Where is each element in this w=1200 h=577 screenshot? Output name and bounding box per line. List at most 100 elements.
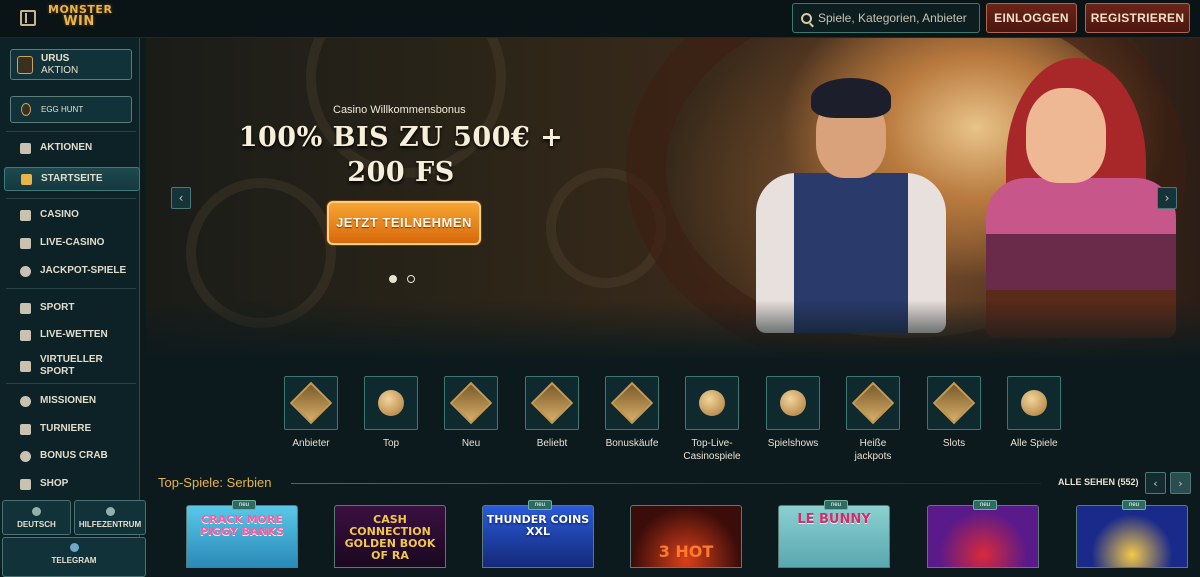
- cherries-icon: [1021, 390, 1047, 416]
- sidebar-item-label: CASINO: [40, 209, 79, 220]
- help-center-label: HILFEZENTRUM: [78, 519, 142, 529]
- category-label: Slots: [942, 438, 966, 449]
- game-tile[interactable]: [927, 505, 1039, 568]
- category-label: Spielshows: [767, 438, 819, 449]
- category-tile: [444, 376, 498, 430]
- hero-banner[interactable]: Casino Willkommensbonus 100% BIS ZU 500€…: [146, 38, 1200, 360]
- category-label: Anbieter: [292, 438, 330, 449]
- hero-next-button[interactable]: ›: [1157, 187, 1177, 209]
- hero-character-man: [756, 173, 946, 333]
- games-next-button[interactable]: ›: [1170, 472, 1191, 494]
- category-neu[interactable]: Neu: [431, 376, 511, 450]
- sidebar-item-label: LIVE-WETTEN: [40, 329, 108, 340]
- search-icon: [801, 12, 812, 24]
- game-title: LE BUNNY: [797, 512, 871, 527]
- sidebar: URUS AKTION EGG HUNT AKTIONEN STARTSEITE…: [0, 38, 146, 577]
- help-center-button[interactable]: HILFEZENTRUM: [74, 500, 146, 535]
- chip-crown-icon: [699, 390, 725, 416]
- promo-urus-title: URUS: [41, 52, 70, 64]
- new-badge: neu: [232, 500, 256, 510]
- new-badge: neu: [824, 500, 848, 510]
- sidebar-item-aktionen[interactable]: AKTIONEN: [0, 137, 140, 159]
- category-label: Bonuskäufe: [605, 438, 659, 449]
- category-spielshows[interactable]: Spielshows: [753, 376, 833, 450]
- sidebar-item-label: AKTIONEN: [40, 142, 93, 153]
- sidebar-item-label: VIRTUELLER SPORT: [40, 354, 103, 377]
- hero-subtitle: Casino Willkommensbonus: [333, 104, 466, 116]
- game-tile[interactable]: 3 HOT: [630, 505, 742, 568]
- category-label: Top: [382, 438, 400, 449]
- promo-urus-text: URUS AKTION: [41, 53, 78, 77]
- category-beliebt[interactable]: Beliebt: [512, 376, 592, 450]
- category-bonuskaeufe[interactable]: Bonuskäufe: [592, 376, 672, 450]
- new-badge: neu: [528, 500, 552, 510]
- crown-icon: [378, 390, 404, 416]
- sidebar-item-startseite[interactable]: STARTSEITE: [4, 167, 140, 191]
- category-alle-spiele[interactable]: Alle Spiele: [994, 376, 1074, 450]
- clover-icon: [20, 265, 31, 277]
- slide-dot[interactable]: [407, 275, 415, 283]
- game-tile[interactable]: CASH CONNECTION GOLDEN BOOK OF RA: [334, 505, 446, 568]
- category-slots[interactable]: Slots: [914, 376, 994, 450]
- slide-indicator: [389, 275, 415, 283]
- slide-dot-active[interactable]: [389, 275, 397, 283]
- new-badge: neu: [1122, 500, 1146, 510]
- sidebar-item-label: JACKPOT-SPIELE: [40, 265, 127, 276]
- category-heisse-jackpots[interactable]: Heiße jackpots: [833, 376, 913, 463]
- globe-icon: [32, 506, 41, 516]
- sport-icon: [20, 302, 31, 314]
- category-tile: [685, 376, 739, 430]
- slot-machine-icon: [20, 209, 31, 221]
- section-divider: [291, 483, 1041, 484]
- category-tile: [846, 376, 900, 430]
- hero-character-man-hair: [811, 78, 891, 118]
- logo[interactable]: MONSTER WIN: [48, 4, 112, 34]
- sidebar-toggle-icon[interactable]: [20, 10, 36, 26]
- category-top[interactable]: Top: [351, 376, 431, 450]
- game-title: CASH CONNECTION GOLDEN BOOK OF RA: [344, 513, 436, 562]
- chevron-left-icon: ‹: [178, 191, 184, 205]
- hero-prev-button[interactable]: ‹: [171, 187, 191, 209]
- game-tile[interactable]: [1076, 505, 1188, 568]
- logo-line-2: WIN: [63, 14, 95, 29]
- language-button[interactable]: DEUTSCH: [2, 500, 71, 535]
- see-all-link[interactable]: ALLE SEHEN (552): [1058, 477, 1139, 487]
- login-button[interactable]: EINLOGGEN: [986, 3, 1077, 33]
- games-prev-button[interactable]: ‹: [1145, 472, 1166, 494]
- category-label: Beliebt: [536, 438, 568, 449]
- sidebar-item-live-casino[interactable]: LIVE-CASINO: [0, 232, 140, 254]
- cart-icon: [20, 478, 31, 490]
- search-input[interactable]: [818, 11, 968, 25]
- category-anbieter[interactable]: Anbieter: [271, 376, 351, 450]
- sidebar-item-sport[interactable]: SPORT: [0, 297, 140, 319]
- divider: [6, 198, 136, 199]
- game-tile[interactable]: THUNDER COINS XXL: [482, 505, 594, 568]
- chevron-right-icon: ›: [1178, 476, 1183, 490]
- gift-icon: [20, 142, 31, 154]
- game-title: CRACK MORE PIGGY BANKS: [199, 513, 285, 538]
- promo-urus-subtitle: AKTION: [41, 64, 79, 76]
- category-tile: [525, 376, 579, 430]
- category-top-live-casinospiele[interactable]: Top-Live- Casinospiele: [672, 376, 752, 463]
- register-button[interactable]: REGISTRIEREN: [1085, 3, 1190, 33]
- telegram-label: TELEGRAM: [51, 556, 97, 565]
- promo-egg-hunt[interactable]: EGG HUNT: [10, 96, 132, 123]
- sidebar-item-casino[interactable]: CASINO: [0, 204, 140, 226]
- category-tile: [1007, 376, 1061, 430]
- wheel-icon: [780, 390, 806, 416]
- promo-urus[interactable]: URUS AKTION: [10, 49, 132, 80]
- category-label: Alle Spiele: [1010, 438, 1058, 449]
- category-tile: [605, 376, 659, 430]
- help-icon: [105, 506, 115, 516]
- join-now-button[interactable]: JETZT TEILNEHMEN: [327, 201, 481, 245]
- hero-character-woman: [986, 178, 1176, 338]
- sidebar-item-live-wetten[interactable]: LIVE-WETTEN: [0, 324, 140, 346]
- search-box[interactable]: [792, 3, 980, 33]
- game-tile[interactable]: LE BUNNY: [778, 505, 890, 568]
- telegram-button[interactable]: TELEGRAM: [2, 537, 146, 577]
- sidebar-item-shop[interactable]: SHOP: [0, 473, 140, 495]
- sidebar-item-jackpot-spiele[interactable]: JACKPOT-SPIELE: [0, 260, 140, 282]
- chevron-right-icon: ›: [1164, 191, 1170, 205]
- telegram-icon: [69, 543, 79, 552]
- game-tile[interactable]: CRACK MORE PIGGY BANKS: [186, 505, 298, 568]
